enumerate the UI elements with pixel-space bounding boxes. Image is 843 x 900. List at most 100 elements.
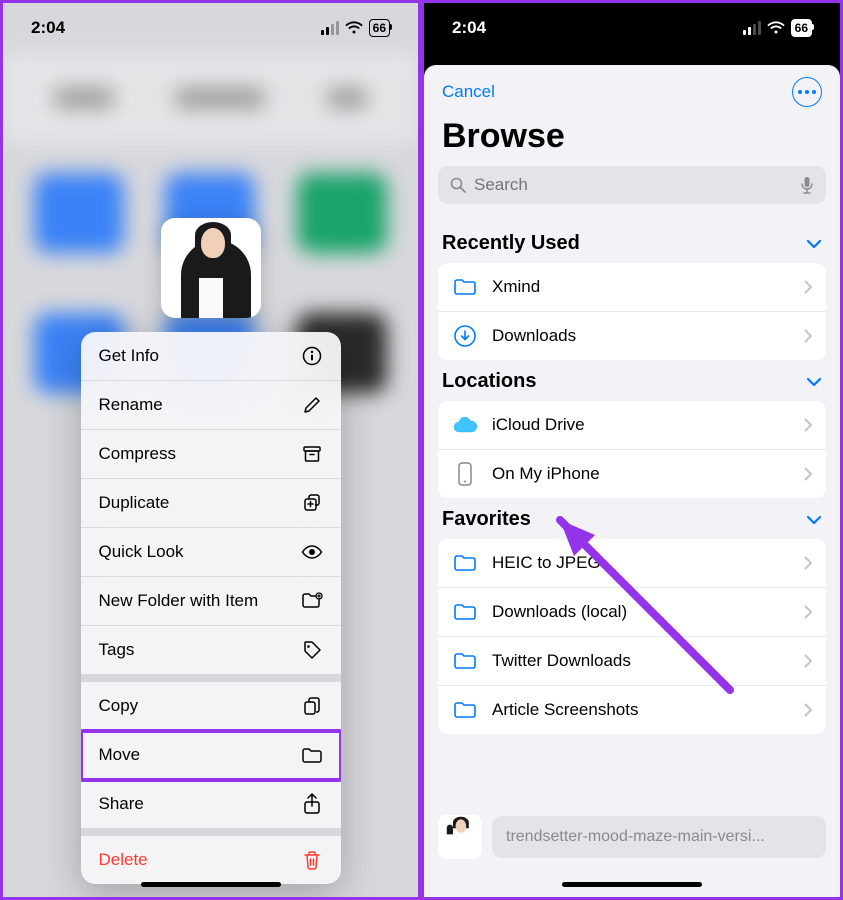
duplicate-icon — [301, 492, 323, 514]
icloud-icon — [452, 412, 478, 438]
chevron-down-icon[interactable] — [806, 377, 822, 387]
iphone-icon — [452, 461, 478, 487]
archive-icon — [301, 443, 323, 465]
status-bar: 2:04 66 — [3, 3, 418, 53]
home-indicator[interactable] — [562, 882, 702, 887]
section-header-locations[interactable]: Locations — [424, 360, 840, 401]
screenshot-right: 2:04 66 Cancel Browse Recently UsedX — [421, 0, 843, 900]
file-preview-thumbnail — [161, 218, 261, 318]
battery-icon: 66 — [369, 19, 390, 37]
wifi-icon — [345, 21, 363, 35]
battery-icon: 66 — [791, 19, 812, 37]
cancel-button[interactable]: Cancel — [442, 82, 495, 102]
menu-item-copy[interactable]: Copy — [81, 682, 341, 731]
menu-item-share[interactable]: Share — [81, 780, 341, 828]
section-title: Recently Used — [442, 232, 580, 255]
section-header-favorites[interactable]: Favorites — [424, 498, 840, 539]
moving-file-name: trendsetter-mood-maze-main-versi... — [492, 816, 826, 858]
row-label: Downloads (local) — [492, 602, 627, 622]
row-label: On My iPhone — [492, 464, 600, 484]
row-label: Twitter Downloads — [492, 651, 631, 671]
folder-icon — [452, 274, 478, 300]
section-header-recently-used[interactable]: Recently Used — [424, 222, 840, 263]
location-row-xmind[interactable]: Xmind — [438, 263, 826, 312]
home-indicator[interactable] — [141, 882, 281, 887]
chevron-right-icon — [804, 329, 812, 343]
wifi-icon — [767, 21, 785, 35]
moving-file-bar: trendsetter-mood-maze-main-versi... — [438, 815, 826, 859]
tag-icon — [301, 639, 323, 661]
row-label: HEIC to JPEG — [492, 553, 601, 573]
menu-item-label: Duplicate — [99, 493, 170, 513]
chevron-right-icon — [804, 703, 812, 717]
folder-new-icon — [301, 590, 323, 612]
copy-icon — [301, 695, 323, 717]
menu-item-label: Get Info — [99, 346, 159, 366]
folder-icon — [452, 648, 478, 674]
location-row-icloud-drive[interactable]: iCloud Drive — [438, 401, 826, 450]
location-row-on-my-iphone[interactable]: On My iPhone — [438, 450, 826, 498]
menu-item-label: Rename — [99, 395, 163, 415]
menu-item-label: Move — [99, 745, 141, 765]
location-row-downloads[interactable]: Downloads — [438, 312, 826, 360]
move-sheet: Cancel Browse Recently Used Xmind Download… — [424, 65, 840, 897]
context-menu: Get Info Rename Compress Duplicate Quick Loo… — [81, 332, 341, 884]
menu-item-label: Delete — [99, 850, 148, 870]
mic-icon[interactable] — [800, 176, 814, 194]
eye-icon — [301, 541, 323, 563]
folder-icon — [452, 550, 478, 576]
chevron-down-icon[interactable] — [806, 239, 822, 249]
search-icon — [450, 177, 466, 193]
menu-item-move[interactable]: Move — [81, 731, 341, 780]
menu-item-get-info[interactable]: Get Info — [81, 332, 341, 381]
menu-item-label: Compress — [99, 444, 176, 464]
moving-file-thumb — [438, 815, 482, 859]
chevron-right-icon — [804, 418, 812, 432]
chevron-right-icon — [804, 280, 812, 294]
chevron-right-icon — [804, 556, 812, 570]
signal-icon — [321, 21, 339, 35]
menu-item-label: Copy — [99, 696, 139, 716]
info-icon — [301, 345, 323, 367]
chevron-right-icon — [804, 654, 812, 668]
list: HEIC to JPEG Downloads (local) Twitter Dow… — [438, 539, 826, 734]
search-input[interactable] — [474, 175, 792, 195]
search-field[interactable] — [438, 166, 826, 204]
list: iCloud Drive On My iPhone — [438, 401, 826, 498]
section-title: Locations — [442, 370, 536, 393]
menu-item-tags[interactable]: Tags — [81, 626, 341, 674]
menu-item-label: Tags — [99, 640, 135, 660]
menu-item-rename[interactable]: Rename — [81, 381, 341, 430]
download-circle-icon — [452, 323, 478, 349]
list: Xmind Downloads — [438, 263, 826, 360]
status-bar: 2:04 66 — [424, 3, 840, 53]
location-row-article-screenshots[interactable]: Article Screenshots — [438, 686, 826, 734]
row-label: Xmind — [492, 277, 540, 297]
location-row-heic-to-jpeg[interactable]: HEIC to JPEG — [438, 539, 826, 588]
menu-item-label: New Folder with Item — [99, 591, 259, 611]
status-time: 2:04 — [452, 18, 486, 38]
pencil-icon — [301, 394, 323, 416]
menu-item-quick-look[interactable]: Quick Look — [81, 528, 341, 577]
trash-icon — [301, 849, 323, 871]
location-row-downloads-(local)[interactable]: Downloads (local) — [438, 588, 826, 637]
folder-icon — [301, 744, 323, 766]
menu-item-duplicate[interactable]: Duplicate — [81, 479, 341, 528]
screenshot-left: 2:04 66 Get Info Rename Compress Duplicate Q… — [0, 0, 421, 900]
folder-icon — [452, 599, 478, 625]
more-options-button[interactable] — [792, 77, 822, 107]
row-label: iCloud Drive — [492, 415, 585, 435]
menu-item-compress[interactable]: Compress — [81, 430, 341, 479]
signal-icon — [743, 21, 761, 35]
page-title: Browse — [424, 113, 840, 166]
folder-icon — [452, 697, 478, 723]
section-title: Favorites — [442, 508, 531, 531]
chevron-down-icon[interactable] — [806, 515, 822, 525]
menu-item-delete[interactable]: Delete — [81, 836, 341, 884]
menu-item-new-folder-with-item[interactable]: New Folder with Item — [81, 577, 341, 626]
location-row-twitter-downloads[interactable]: Twitter Downloads — [438, 637, 826, 686]
chevron-right-icon — [804, 605, 812, 619]
chevron-right-icon — [804, 467, 812, 481]
row-label: Downloads — [492, 326, 576, 346]
row-label: Article Screenshots — [492, 700, 638, 720]
